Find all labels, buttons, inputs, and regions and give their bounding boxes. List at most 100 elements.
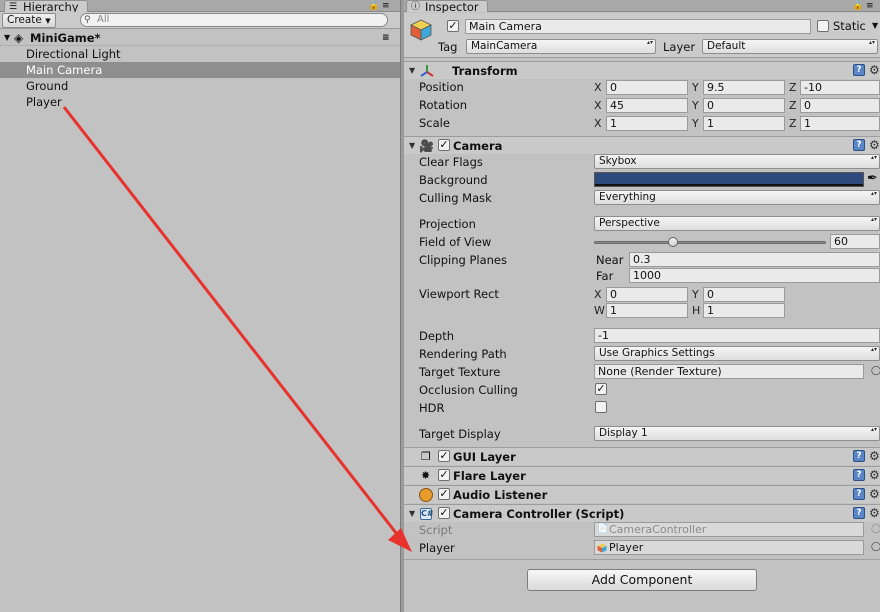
audio-listener-checkbox[interactable]: ✓	[438, 488, 450, 500]
scene-name: MiniGame*	[30, 31, 101, 45]
hierarchy-item-player[interactable]: Player	[0, 94, 400, 110]
field-value: 1	[610, 304, 617, 317]
search-input[interactable]: ⚲ All	[80, 13, 388, 27]
help-book-icon[interactable]: ?	[853, 488, 865, 500]
dropdown-value: Perspective	[599, 217, 660, 229]
tab-inspector-label: Inspector	[425, 0, 479, 14]
viewport-x-field[interactable]: 0	[606, 287, 688, 302]
flare-layer-header[interactable]: ✸ ✓ Flare Layer ? ⚙	[404, 466, 880, 484]
position-y-field[interactable]: 9.5	[703, 80, 785, 95]
viewport-w-field[interactable]: 1	[606, 303, 688, 318]
far-field[interactable]: 1000	[629, 268, 880, 283]
fold-arrow-icon[interactable]: ▼	[409, 137, 415, 155]
add-component-button[interactable]: Add Component	[527, 569, 757, 591]
scene-row[interactable]: ▼ ◈ MiniGame* ≡	[0, 30, 400, 46]
gear-icon[interactable]: ⚙	[869, 469, 880, 481]
rotation-x-field[interactable]: 45	[606, 98, 688, 113]
rotation-y-field[interactable]: 0	[703, 98, 785, 113]
lock-icon[interactable]: 🔒	[852, 0, 863, 12]
help-book-icon[interactable]: ?	[853, 450, 865, 462]
scale-label: Scale	[419, 116, 450, 130]
gear-icon[interactable]: ⚙	[869, 450, 880, 462]
background-color-swatch[interactable]	[594, 172, 864, 187]
scale-x-field[interactable]: 1	[606, 116, 688, 131]
position-x-field[interactable]: 0	[606, 80, 688, 95]
position-z-field[interactable]: -10	[800, 80, 880, 95]
object-header: ✓ Main Camera Static ▼ Tag MainCamera La…	[404, 13, 880, 58]
help-book-icon[interactable]: ?	[853, 469, 865, 481]
fov-field[interactable]: 60	[830, 234, 880, 249]
player-field[interactable]: Player	[594, 540, 864, 555]
object-name-field[interactable]: Main Camera	[465, 19, 811, 34]
script-field: 📄 CameraController	[594, 522, 864, 537]
help-book-icon[interactable]: ?	[853, 139, 865, 151]
projection-dropdown[interactable]: Perspective	[594, 216, 880, 231]
help-book-icon[interactable]: ?	[853, 64, 865, 76]
occlusion-culling-checkbox[interactable]: ✓	[595, 383, 607, 395]
target-display-dropdown[interactable]: Display 1	[594, 426, 880, 441]
rendering-path-dropdown[interactable]: Use Graphics Settings	[594, 346, 880, 361]
hierarchy-item-label: Main Camera	[26, 63, 103, 77]
background-label: Background	[419, 173, 488, 187]
gui-layer-checkbox[interactable]: ✓	[438, 450, 450, 462]
clear-flags-dropdown[interactable]: Skybox	[594, 154, 880, 169]
object-name-value: Main Camera	[469, 20, 542, 33]
near-field[interactable]: 0.3	[629, 252, 880, 267]
gear-icon[interactable]: ⚙	[869, 507, 880, 519]
hierarchy-item-main-camera[interactable]: Main Camera	[0, 62, 400, 78]
layer-value: Default	[707, 40, 746, 52]
culling-mask-dropdown[interactable]: Everything	[594, 190, 880, 205]
viewport-y-field[interactable]: 0	[703, 287, 785, 302]
tag-label: Tag	[438, 40, 458, 54]
hierarchy-item-ground[interactable]: Ground	[0, 78, 400, 94]
depth-field[interactable]: -1	[594, 328, 880, 343]
camera-controller-header[interactable]: ▼ C# ✓ Camera Controller (Script) ? ⚙	[404, 504, 880, 522]
fov-slider-thumb[interactable]	[667, 237, 678, 247]
unity-scene-icon: ◈	[14, 31, 24, 45]
near-label: Near	[596, 253, 624, 267]
gear-icon[interactable]: ⚙	[869, 64, 880, 76]
gear-icon[interactable]: ⚙	[869, 488, 880, 500]
object-picker-icon[interactable]: ◯	[871, 366, 880, 376]
eyedropper-icon[interactable]: ✒	[867, 171, 878, 186]
camera-enabled-checkbox[interactable]: ✓	[438, 139, 450, 151]
expand-arrow-icon[interactable]: ▼	[4, 30, 10, 46]
audio-listener-header[interactable]: ✓ Audio Listener ? ⚙	[404, 485, 880, 503]
axis-w-label: W	[594, 304, 605, 317]
lock-icon[interactable]: 🔒	[368, 0, 379, 12]
field-value: 9.5	[707, 81, 725, 94]
scale-z-field[interactable]: 1	[800, 116, 880, 131]
hdr-checkbox[interactable]	[595, 401, 607, 413]
fov-slider-track[interactable]	[594, 237, 826, 247]
tab-inspector[interactable]: ⓘ Inspector	[406, 0, 488, 14]
scene-menu-icon[interactable]: ≡	[382, 30, 390, 46]
object-active-checkbox[interactable]: ✓	[447, 20, 459, 32]
gear-icon[interactable]: ⚙	[869, 139, 880, 151]
fold-arrow-icon[interactable]: ▼	[409, 505, 415, 523]
layer-dropdown[interactable]: Default	[702, 39, 878, 54]
tag-dropdown[interactable]: MainCamera	[466, 39, 656, 54]
target-texture-field[interactable]: None (Render Texture)	[594, 364, 864, 379]
camera-controller-checkbox[interactable]: ✓	[438, 507, 450, 519]
player-label: Player	[419, 541, 455, 555]
panel-menu-icon[interactable]: ≡	[866, 0, 874, 12]
hierarchy-item-directional-light[interactable]: Directional Light	[0, 46, 400, 62]
flare-layer-checkbox[interactable]: ✓	[438, 469, 450, 481]
tab-hierarchy[interactable]: ☰ Hierarchy	[4, 0, 88, 13]
viewport-h-field[interactable]: 1	[703, 303, 785, 318]
rotation-z-field[interactable]: 0	[800, 98, 880, 113]
audio-listener-title: Audio Listener	[453, 488, 548, 502]
gameobject-cube-icon	[410, 19, 432, 41]
fold-arrow-icon[interactable]: ▼	[409, 62, 415, 80]
dropdown-value: Use Graphics Settings	[599, 347, 715, 359]
camera-header[interactable]: ▼ 🎥 ✓ Camera ? ⚙	[404, 136, 880, 154]
static-dropdown-arrow-icon[interactable]: ▼	[872, 21, 878, 30]
transform-header[interactable]: ▼ Transform ? ⚙	[404, 61, 880, 79]
help-book-icon[interactable]: ?	[853, 507, 865, 519]
static-checkbox[interactable]	[817, 20, 829, 32]
create-button[interactable]: Create ▼	[2, 13, 56, 28]
gui-layer-header[interactable]: ❐ ✓ GUI Layer ? ⚙	[404, 447, 880, 465]
scale-y-field[interactable]: 1	[703, 116, 785, 131]
object-picker-icon[interactable]: ◯	[871, 542, 880, 552]
panel-menu-icon[interactable]: ≡	[382, 0, 390, 12]
